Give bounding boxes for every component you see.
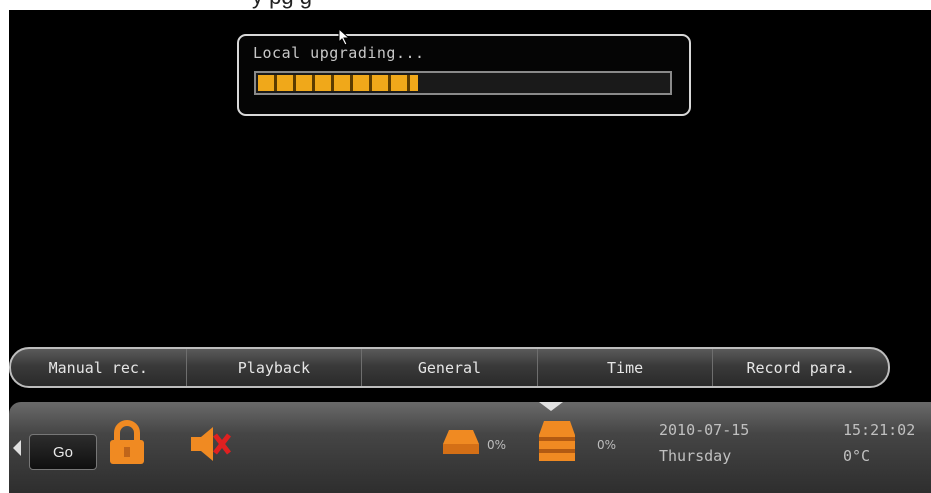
hdd2-usage: 0% <box>597 438 617 452</box>
progress-bar <box>254 71 672 95</box>
menu-item-playback[interactable]: Playback <box>187 349 363 386</box>
progress-fill <box>258 75 418 91</box>
hdd-icon <box>539 421 575 461</box>
menu-item-record-para[interactable]: Record para. <box>713 349 888 386</box>
menu-item-general[interactable]: General <box>362 349 538 386</box>
weekday-display: Thursday <box>659 447 732 465</box>
temperature-display: 0°C <box>843 447 871 465</box>
menu-item-time[interactable]: Time <box>538 349 714 386</box>
menu-item-manual-rec[interactable]: Manual rec. <box>11 349 187 386</box>
dvr-screen: Local upgrading... Manual rec. Playback … <box>9 10 931 493</box>
chevron-down-icon[interactable] <box>539 402 563 411</box>
caption-strip: y pg g <box>0 0 931 10</box>
upgrade-dialog: Local upgrading... <box>237 34 691 116</box>
main-menu-bar: Manual rec. Playback General Time Record… <box>9 347 890 388</box>
time-display: 15:21:02 <box>843 421 916 439</box>
caption-fragment: y pg g <box>252 0 312 10</box>
dialog-title: Local upgrading... <box>253 44 425 62</box>
date-display: 2010-07-15 <box>659 421 750 439</box>
arrow-left-icon[interactable] <box>13 440 21 456</box>
status-bar: Go 0% 0% 2010-07-15 Thursday 15:21:02 0°… <box>9 402 931 493</box>
hdd-icon <box>443 430 479 454</box>
go-button[interactable]: Go <box>29 434 97 470</box>
hdd1-usage: 0% <box>487 438 507 452</box>
cursor-icon <box>338 28 351 46</box>
mute-icon[interactable] <box>189 424 233 464</box>
lock-icon[interactable] <box>107 420 147 466</box>
